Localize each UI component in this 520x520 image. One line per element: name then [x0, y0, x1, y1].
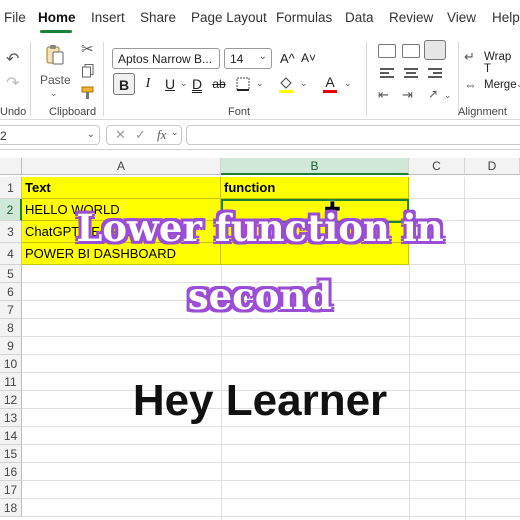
- chevron-down-icon[interactable]: ⌄: [256, 79, 264, 88]
- row-header[interactable]: 17: [0, 481, 22, 499]
- chevron-down-icon[interactable]: ⌄: [444, 91, 452, 100]
- chevron-down-icon[interactable]: ⌄: [516, 80, 520, 89]
- wrap-text-icon[interactable]: ↵: [464, 50, 475, 63]
- row-header[interactable]: 1: [0, 177, 22, 199]
- clipboard-group-label: Clipboard: [49, 106, 97, 118]
- align-middle-icon[interactable]: [402, 44, 420, 58]
- paste-icon[interactable]: [44, 44, 66, 66]
- chevron-down-icon[interactable]: ⌄: [344, 79, 352, 88]
- bold-button[interactable]: B: [113, 73, 135, 95]
- tab-home[interactable]: Home: [38, 10, 76, 25]
- redo-icon[interactable]: ↷: [6, 76, 19, 92]
- formula-controls: ✕ ✓ fx ⌄: [106, 125, 182, 145]
- insert-function-icon[interactable]: fx: [157, 127, 166, 143]
- column-header-b[interactable]: B: [221, 158, 409, 175]
- chevron-down-icon[interactable]: ⌄: [300, 79, 308, 88]
- divider: [458, 42, 459, 116]
- grow-font-icon[interactable]: A^: [280, 52, 295, 65]
- align-right-icon[interactable]: [428, 68, 444, 80]
- name-box[interactable]: B2 ⌄: [0, 125, 100, 145]
- cancel-icon[interactable]: ✕: [115, 127, 126, 143]
- tab-data[interactable]: Data: [345, 10, 374, 25]
- confirm-icon[interactable]: ✓: [135, 127, 146, 143]
- align-left-icon[interactable]: [380, 68, 396, 80]
- undo-icon[interactable]: ↶: [6, 52, 19, 68]
- chevron-down-icon[interactable]: ⌄: [171, 127, 179, 138]
- row-header[interactable]: 10: [0, 355, 22, 373]
- font-color-icon[interactable]: A: [322, 75, 338, 93]
- column-header-c[interactable]: C: [409, 158, 465, 175]
- borders-icon[interactable]: [236, 77, 250, 91]
- tab-view[interactable]: View: [447, 10, 476, 25]
- wrap-text-button[interactable]: Wrap T: [484, 51, 520, 75]
- tab-help[interactable]: Help: [492, 10, 520, 25]
- divider: [366, 42, 367, 116]
- select-all-corner[interactable]: [0, 158, 22, 175]
- overlay-title-line2: second: [187, 274, 333, 318]
- chevron-down-icon: ⌄: [86, 129, 95, 140]
- overlay-title-line1: Lower function in: [76, 206, 444, 250]
- double-underline-button[interactable]: D: [186, 73, 208, 95]
- menu-tab-bar: File Home Insert Share Page Layout Formu…: [0, 0, 520, 36]
- column-header-d[interactable]: D: [465, 158, 520, 175]
- fill-color-icon[interactable]: [278, 76, 294, 94]
- row-header[interactable]: 8: [0, 319, 22, 337]
- font-name-value: Aptos Narrow B...: [118, 52, 213, 66]
- divider: [30, 42, 31, 116]
- chevron-down-icon: ⌄: [258, 51, 267, 62]
- active-tab-indicator: [40, 30, 72, 33]
- font-size-select[interactable]: 14 ⌄: [224, 48, 272, 69]
- formula-input[interactable]: [186, 125, 520, 145]
- align-center-icon[interactable]: [404, 68, 420, 80]
- row-header[interactable]: 9: [0, 337, 22, 355]
- formula-bar: B2 ⌄ ✕ ✓ fx ⌄: [0, 120, 520, 150]
- tab-insert[interactable]: Insert: [91, 10, 125, 25]
- align-bottom-icon[interactable]: [424, 40, 446, 60]
- tab-review[interactable]: Review: [389, 10, 433, 25]
- row-header[interactable]: 16: [0, 463, 22, 481]
- orientation-icon[interactable]: ↗: [428, 88, 438, 100]
- row-header[interactable]: 15: [0, 445, 22, 463]
- row-header[interactable]: 14: [0, 427, 22, 445]
- tab-page-layout[interactable]: Page Layout: [191, 10, 267, 25]
- underline-button[interactable]: U: [159, 73, 181, 95]
- cell-b1[interactable]: function: [221, 177, 409, 199]
- alignment-group-label: Alignment: [458, 106, 507, 118]
- increase-indent-icon[interactable]: ⇥: [402, 88, 413, 101]
- chevron-down-icon[interactable]: ⌄: [50, 89, 58, 98]
- merge-button[interactable]: Merge: [484, 79, 517, 92]
- row-header[interactable]: 18: [0, 499, 22, 517]
- copy-icon[interactable]: [82, 64, 94, 78]
- shrink-font-icon[interactable]: A˅: [301, 52, 316, 64]
- font-name-select[interactable]: Aptos Narrow B...: [112, 48, 220, 69]
- undo-group-label: Undo: [0, 106, 27, 118]
- format-painter-icon[interactable]: [81, 86, 95, 100]
- strikethrough-button[interactable]: ab: [208, 73, 230, 95]
- align-top-icon[interactable]: [378, 44, 396, 58]
- cell-a1[interactable]: Text: [22, 177, 221, 199]
- paste-button[interactable]: Paste: [40, 74, 71, 86]
- overlay-caption: Hey Learner: [132, 376, 388, 425]
- name-box-value: B2: [0, 129, 7, 143]
- divider: [103, 42, 104, 116]
- ribbon: ↶ ↷ Undo Paste ⌄ ✂ Clipboard Aptos Narro…: [0, 36, 520, 120]
- tab-share[interactable]: Share: [140, 10, 176, 25]
- merge-icon[interactable]: ⇔: [464, 78, 477, 91]
- tab-formulas[interactable]: Formulas: [276, 10, 332, 25]
- decrease-indent-icon[interactable]: ⇤: [378, 88, 389, 101]
- excel-window: File Home Insert Share Page Layout Formu…: [0, 0, 520, 520]
- italic-button[interactable]: I: [137, 73, 159, 95]
- font-size-value: 14: [230, 52, 244, 66]
- cut-icon[interactable]: ✂: [81, 42, 94, 57]
- font-group-label: Font: [228, 106, 251, 118]
- tab-file[interactable]: File: [4, 10, 26, 25]
- column-header-a[interactable]: A: [22, 158, 221, 175]
